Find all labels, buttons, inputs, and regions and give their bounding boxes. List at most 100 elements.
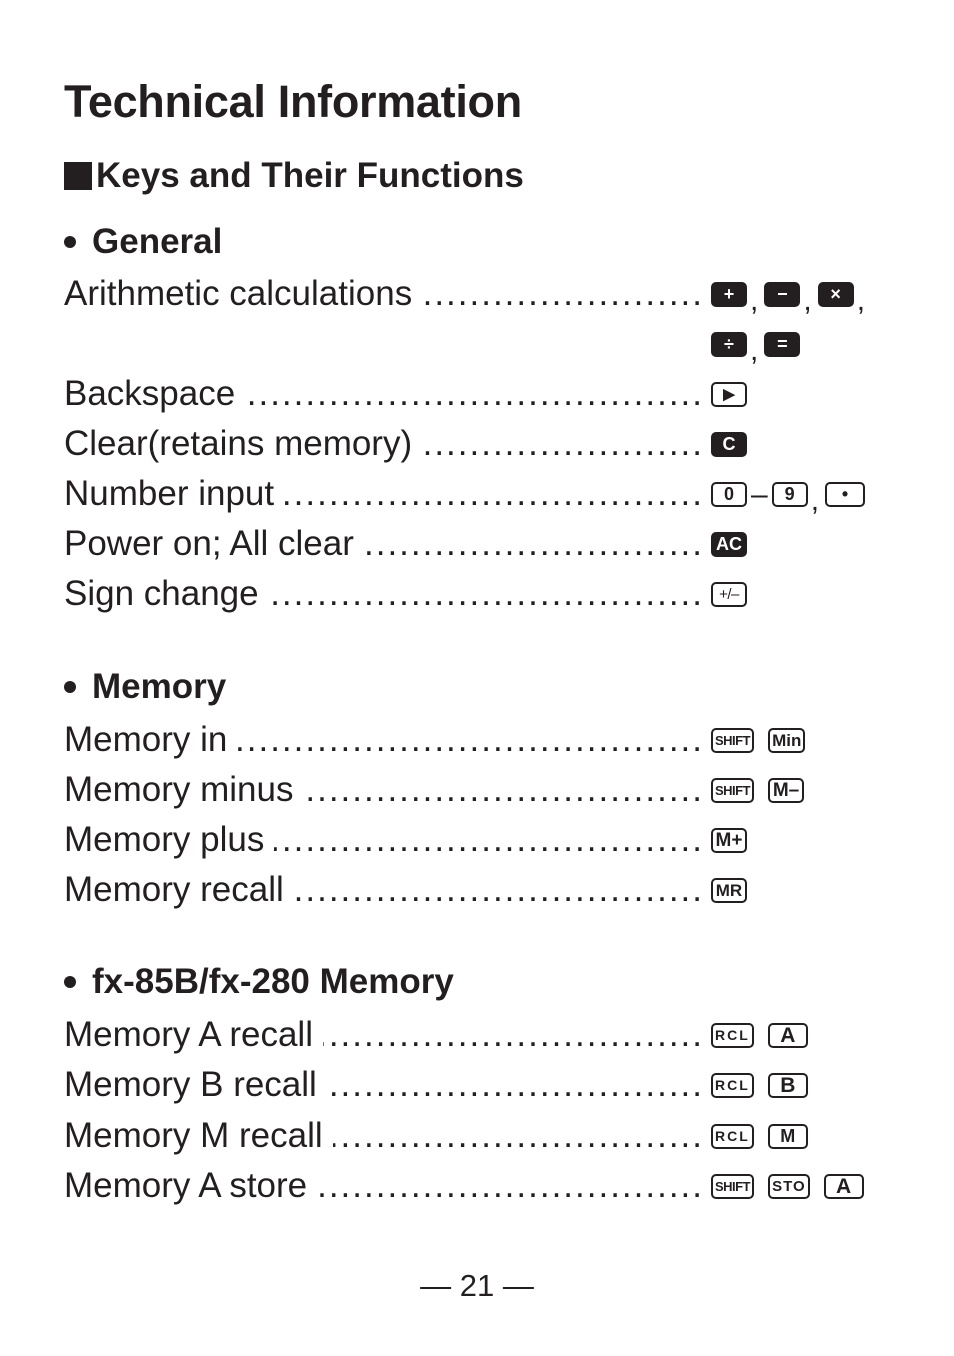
row-label: Memory B recall (64, 1065, 317, 1104)
shift-key-icon: SHIFT (711, 727, 755, 753)
list-item-arithmetic: Arithmetic calculations ................… (64, 272, 704, 316)
zero-key-icon: 0 (711, 481, 747, 507)
dot-leader: ........................................… (268, 574, 704, 613)
row-label: Memory minus (64, 770, 294, 809)
dot-leader: ........................................… (422, 274, 704, 313)
list-item-memory-a-store: Memory A store .........................… (64, 1164, 704, 1208)
range-separator: – (751, 477, 768, 511)
b-key-icon: B (767, 1072, 808, 1098)
list-item-memory-in: Memory in ..............................… (64, 718, 704, 762)
list-item-clear: Clear(retains memory) ..................… (64, 422, 704, 466)
keys-arithmetic: + , − , × , (711, 279, 871, 315)
keys-memory-plus: M+ (711, 825, 747, 855)
bullet-icon (64, 976, 76, 988)
subhead-general: General (62, 222, 222, 262)
dot-leader: ........................................… (237, 720, 704, 759)
row-label: Memory plus (64, 820, 265, 859)
row-label: Sign change (64, 574, 259, 613)
comma: , (750, 283, 759, 317)
row-label: Number input (64, 474, 275, 513)
list-item-memory-minus: Memory minus ...........................… (64, 768, 704, 812)
square-bullet-icon (64, 162, 92, 190)
dot-leader: ........................................… (274, 820, 704, 859)
comma: , (803, 283, 812, 317)
clear-key-icon: C (711, 431, 747, 457)
keys-sign-change: +/– (711, 579, 747, 609)
section-title-text: Keys and Their Functions (96, 156, 524, 195)
row-label: Power on; All clear (64, 524, 354, 563)
page-number: — 21 — (420, 1268, 534, 1303)
dot-leader: ........................................… (284, 474, 704, 513)
list-item-memory-b-recall: Memory B recall ........................… (64, 1063, 704, 1107)
list-item-memory-a-recall: Memory A recall ........................… (64, 1013, 704, 1057)
mr-key-icon: MR (711, 877, 747, 903)
subhead-text: Memory (92, 667, 227, 706)
min-key-icon: Min (768, 727, 806, 753)
keys-memory-in: SHIFT Min (711, 725, 806, 755)
keys-memory-recall: MR (711, 875, 747, 905)
row-label: Backspace (64, 374, 236, 413)
keys-backspace: ▶ (711, 379, 747, 409)
comma: , (750, 333, 759, 367)
keys-memory-minus: SHIFT M– (711, 775, 805, 805)
decimal-point-key-icon: • (825, 481, 866, 507)
list-item-memory-m-recall: Memory M recall ........................… (64, 1114, 704, 1158)
dot-leader: ........................................… (245, 374, 704, 413)
bullet-icon (64, 681, 76, 693)
a-key-icon: A (823, 1173, 864, 1199)
m-key-icon: M (767, 1123, 808, 1149)
dot-leader: ........................................… (327, 1065, 704, 1104)
row-label: Memory A store (64, 1166, 308, 1205)
sto-key-icon: STO (768, 1173, 810, 1199)
row-label: Arithmetic calculations (64, 274, 413, 313)
right-arrow-key-icon: ▶ (711, 381, 747, 407)
row-label: Memory M recall (64, 1116, 323, 1155)
dot-leader: ........................................… (317, 1166, 704, 1205)
dot-leader: ........................................… (303, 770, 704, 809)
bullet-icon (64, 236, 76, 248)
keys-memory-a-recall: RCL A (711, 1020, 808, 1050)
list-item-number-input: Number input ...........................… (64, 472, 704, 516)
m-plus-key-icon: M+ (711, 827, 747, 853)
keys-memory-a-store: SHIFT STO A (711, 1171, 864, 1201)
dot-leader: ........................................… (333, 1116, 704, 1155)
keys-arithmetic-2: ÷ , = (711, 329, 801, 365)
page-title: Technical Information (64, 76, 522, 127)
subhead-text: fx-85B/fx-280 Memory (92, 962, 454, 1001)
section-title: Keys and Their Functions (64, 156, 524, 196)
all-clear-key-icon: AC (711, 531, 747, 557)
divide-key-icon: ÷ (711, 331, 747, 357)
a-key-icon: A (767, 1022, 808, 1048)
subhead-fx-memory: fx-85B/fx-280 Memory (62, 962, 454, 1002)
rcl-key-icon: RCL (711, 1072, 754, 1098)
dot-leader: ........................................… (422, 424, 704, 463)
shift-key-icon: SHIFT (711, 777, 755, 803)
equals-key-icon: = (764, 331, 801, 357)
row-label: Memory in (64, 720, 228, 759)
list-item-sign-change: Sign change ............................… (64, 572, 704, 616)
list-item-memory-plus: Memory plus ............................… (64, 818, 704, 862)
row-label: Clear(retains memory) (64, 424, 413, 463)
keys-memory-b-recall: RCL B (711, 1070, 808, 1100)
nine-key-icon: 9 (771, 481, 808, 507)
list-item-backspace: Backspace ..............................… (64, 372, 704, 416)
shift-key-icon: SHIFT (711, 1173, 755, 1199)
row-label: Memory recall (64, 870, 284, 909)
keys-number-input: 0 – 9 , • (711, 477, 866, 515)
dot-leader: ........................................… (363, 524, 704, 563)
comma: , (810, 483, 820, 517)
row-label: Memory A recall (64, 1015, 313, 1054)
list-item-memory-recall: Memory recall ..........................… (64, 868, 704, 912)
rcl-key-icon: RCL (711, 1123, 754, 1149)
keys-memory-m-recall: RCL M (711, 1121, 808, 1151)
subhead-text: General (92, 222, 223, 261)
dot-leader: ........................................… (323, 1015, 704, 1054)
sign-change-key-icon: +/– (711, 581, 747, 607)
keys-power-on: AC (711, 529, 747, 559)
comma: , (856, 283, 866, 317)
m-minus-key-icon: M– (768, 777, 805, 803)
dot-leader: ........................................… (293, 870, 704, 909)
minus-key-icon: − (764, 281, 801, 307)
multiply-key-icon: × (817, 281, 854, 307)
keys-clear: C (711, 429, 747, 459)
